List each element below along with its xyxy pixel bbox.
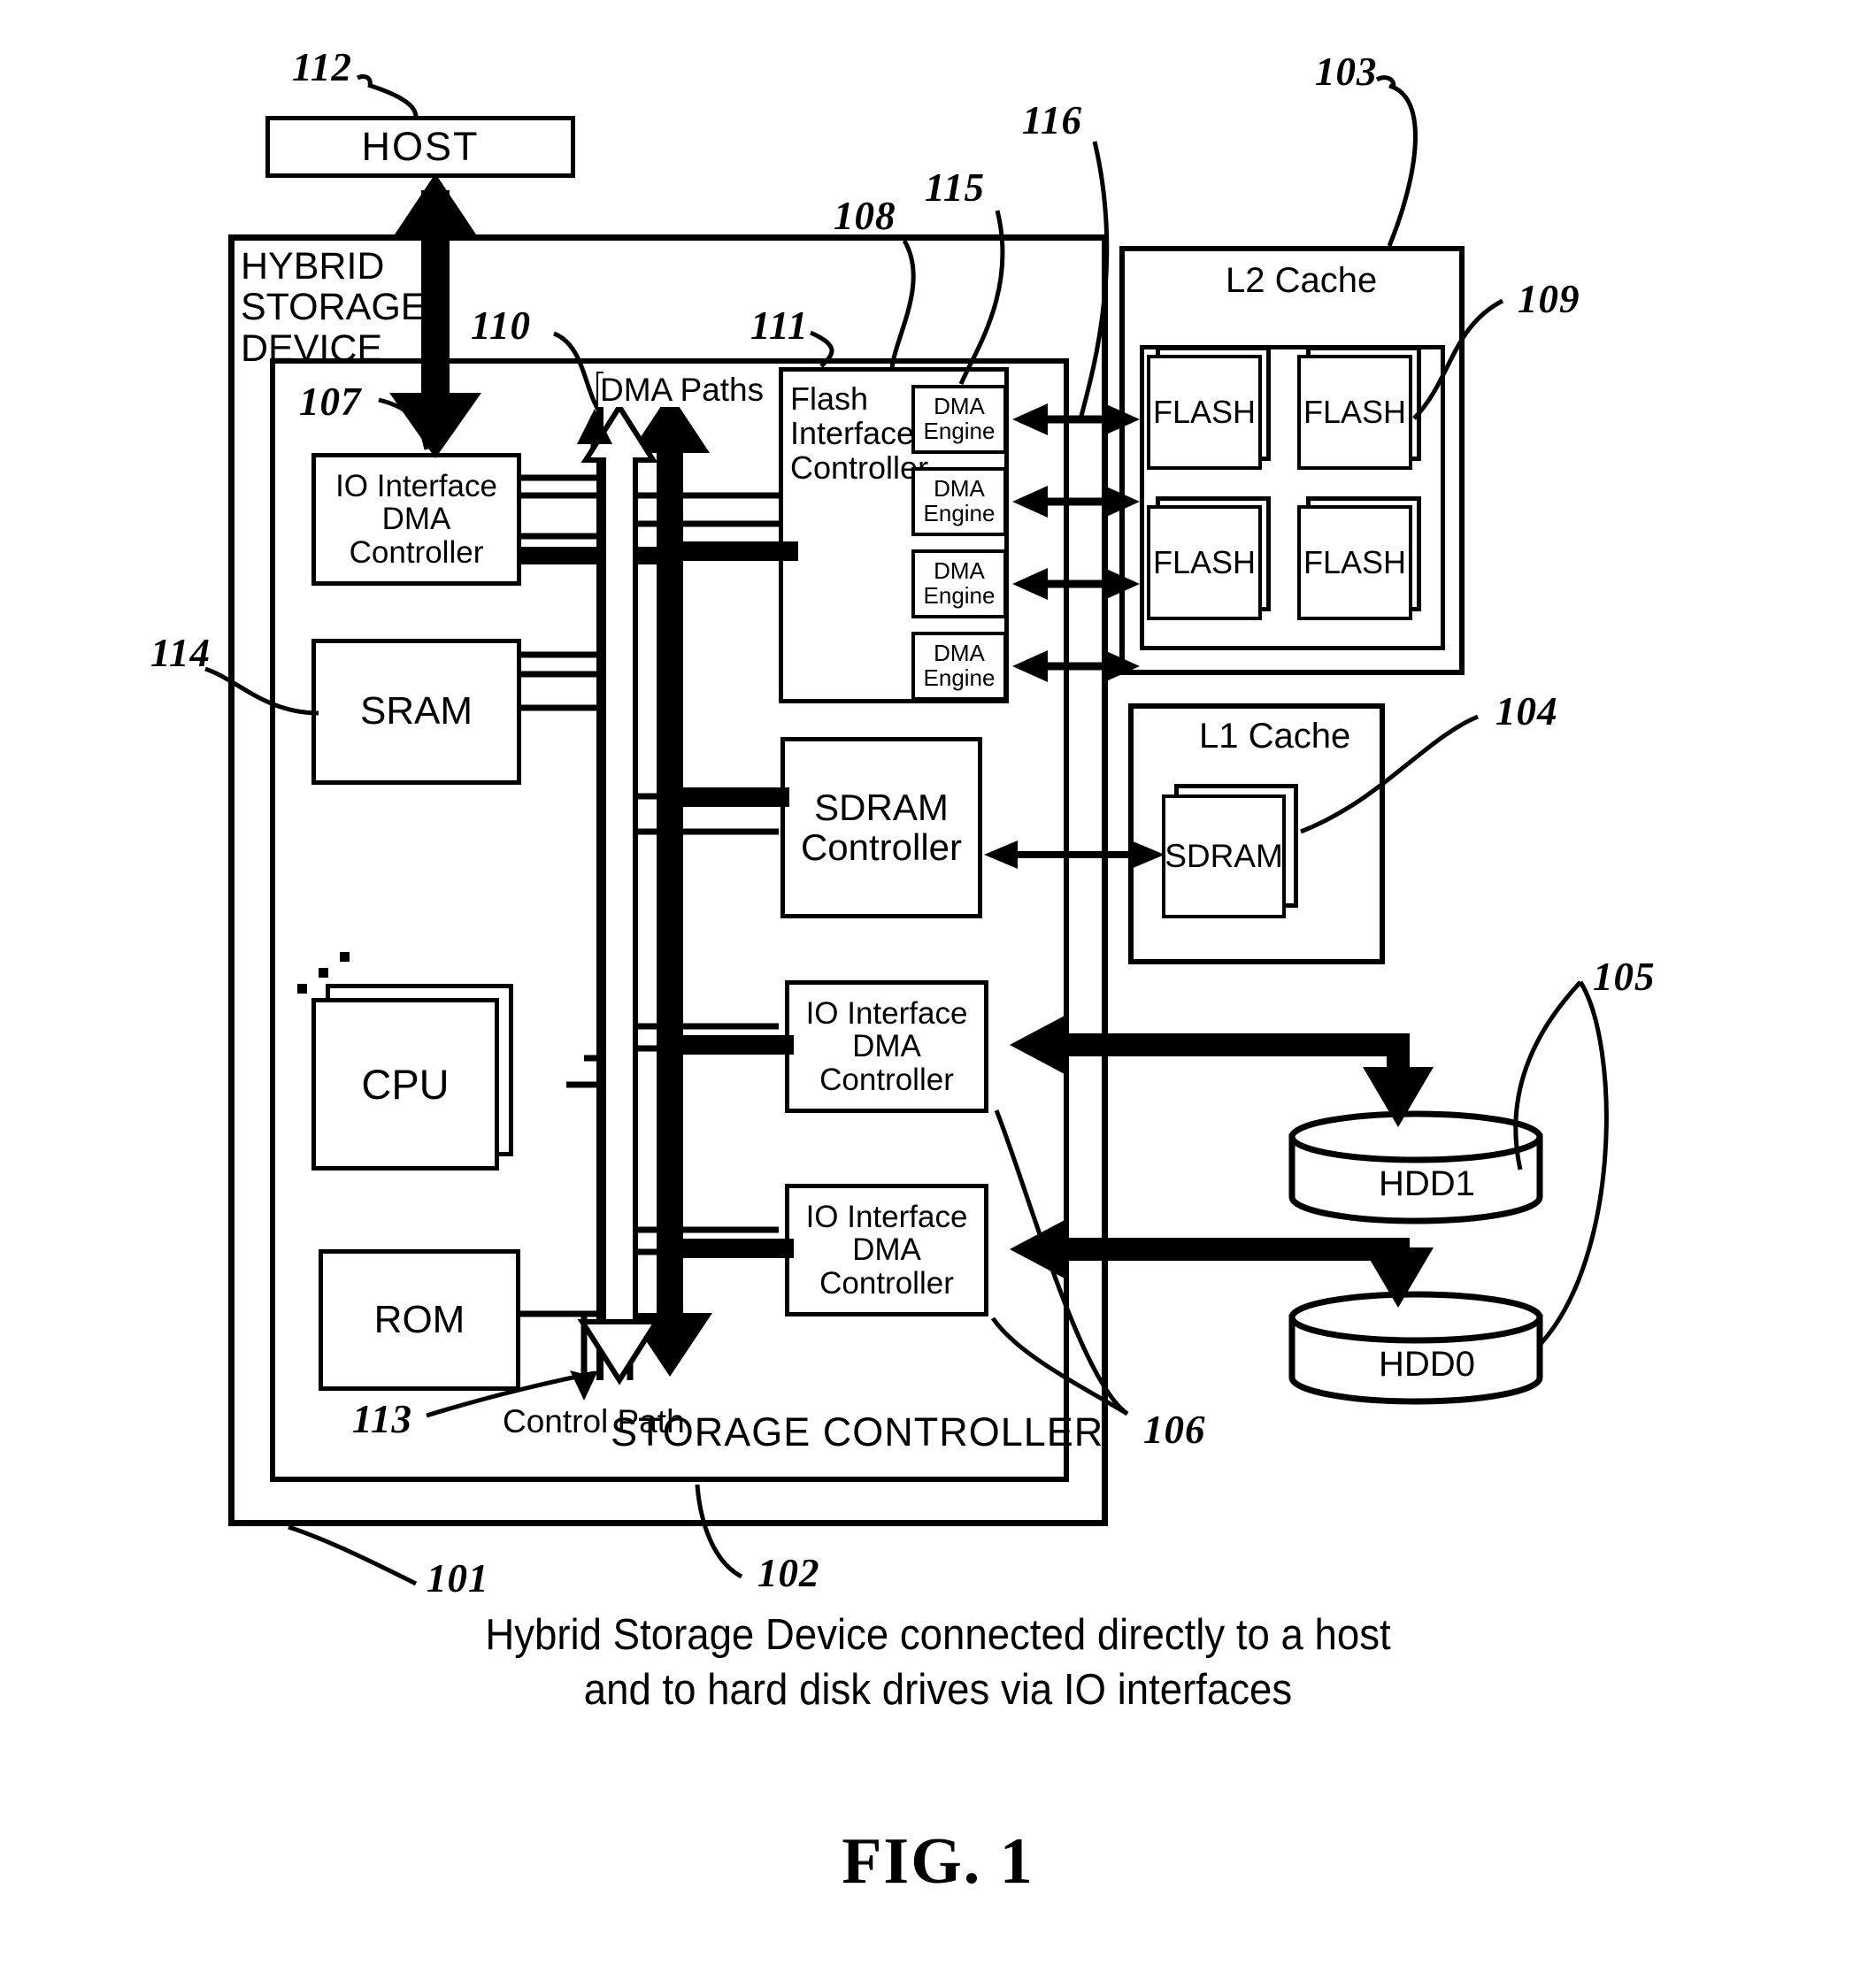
ref-113: 113 (352, 1397, 413, 1441)
ref-109: 109 (1518, 277, 1580, 321)
ref-114: 114 (150, 631, 211, 675)
figure-caption-line1: Hybrid Storage Device connected directly… (485, 1611, 1391, 1659)
ref-116: 116 (1022, 98, 1083, 142)
figure-caption-line2: and to hard disk drives via IO interface… (583, 1666, 1293, 1714)
ref-115: 115 (925, 165, 986, 210)
ref-107: 107 (299, 380, 362, 424)
dma-paths-label: DMA Paths (598, 372, 766, 408)
ref-106: 106 (1143, 1408, 1206, 1452)
ref-110: 110 (471, 303, 532, 348)
hybrid-storage-device-label: HYBRID STORAGE DEVICE (241, 245, 427, 370)
ref-102: 102 (757, 1551, 820, 1595)
figure-label: FIG. 1 (842, 1825, 1034, 1898)
control-path-label: Control Path (503, 1403, 685, 1439)
ref-112: 112 (292, 45, 353, 89)
ref-111: 111 (750, 303, 809, 348)
ref-101: 101 (427, 1556, 489, 1600)
ref-108: 108 (834, 194, 896, 238)
patent-figure: HOST HYBRID STORAGE DEVICE STORAGE CONTR… (0, 0, 1876, 1965)
ref-103: 103 (1315, 50, 1378, 94)
ref-105: 105 (1593, 955, 1656, 999)
ref-104: 104 (1495, 689, 1558, 733)
